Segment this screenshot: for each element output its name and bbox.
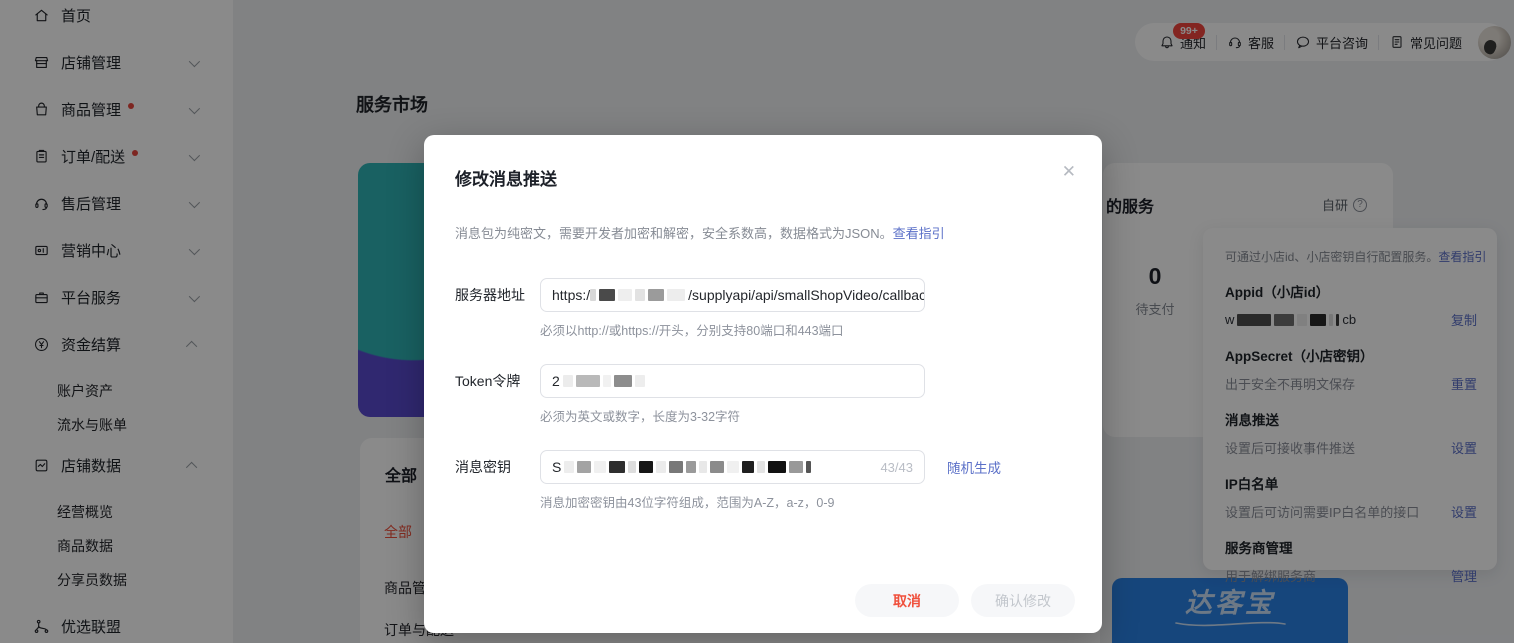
cancel-button[interactable]: 取消 xyxy=(855,584,959,617)
secret-field: 消息密钥 S 43/43 随机生成 消息加密密钥由43位字符组成，范围为A-Z，… xyxy=(455,450,1071,511)
random-generate-link[interactable]: 随机生成 xyxy=(947,457,1001,477)
server-address-label: 服务器地址 xyxy=(455,285,540,305)
secret-help: 消息加密密钥由43位字符组成，范围为A-Z，a-z，0-9 xyxy=(540,492,1071,511)
server-address-field: 服务器地址 https://supplyapi/api/smallShopVid… xyxy=(455,278,1071,339)
confirm-button[interactable]: 确认修改 xyxy=(971,584,1075,617)
secret-label: 消息密钥 xyxy=(455,457,540,477)
token-field: Token令牌 2 必须为英文或数字，长度为3-32字符 xyxy=(455,364,1071,425)
token-help: 必须为英文或数字，长度为3-32字符 xyxy=(540,406,1071,425)
modal-title: 修改消息推送 xyxy=(455,165,1071,190)
token-label: Token令牌 xyxy=(455,371,540,391)
char-counter: 43/43 xyxy=(874,460,913,475)
token-input[interactable]: 2 xyxy=(540,364,925,398)
edit-message-push-modal: 修改消息推送 ✕ 消息包为纯密文，需要开发者加密和解密，安全系数高，数据格式为J… xyxy=(424,135,1102,633)
app-window: 首页 店铺管理 商品管理 xyxy=(0,0,1514,643)
modal-description: 消息包为纯密文，需要开发者加密和解密，安全系数高，数据格式为JSON。查看指引 xyxy=(455,223,1071,242)
server-address-help: 必须以http://或https://开头，分别支持80端口和443端口 xyxy=(540,320,1071,339)
modal-form: 服务器地址 https://supplyapi/api/smallShopVid… xyxy=(455,278,1071,511)
server-address-input[interactable]: https://supplyapi/api/smallShopVideo/cal… xyxy=(540,278,925,312)
view-guide-link-modal[interactable]: 查看指引 xyxy=(893,226,945,241)
close-icon[interactable]: ✕ xyxy=(1062,163,1076,180)
modal-footer: 取消 确认修改 xyxy=(855,584,1075,617)
secret-input[interactable]: S 43/43 xyxy=(540,450,925,484)
